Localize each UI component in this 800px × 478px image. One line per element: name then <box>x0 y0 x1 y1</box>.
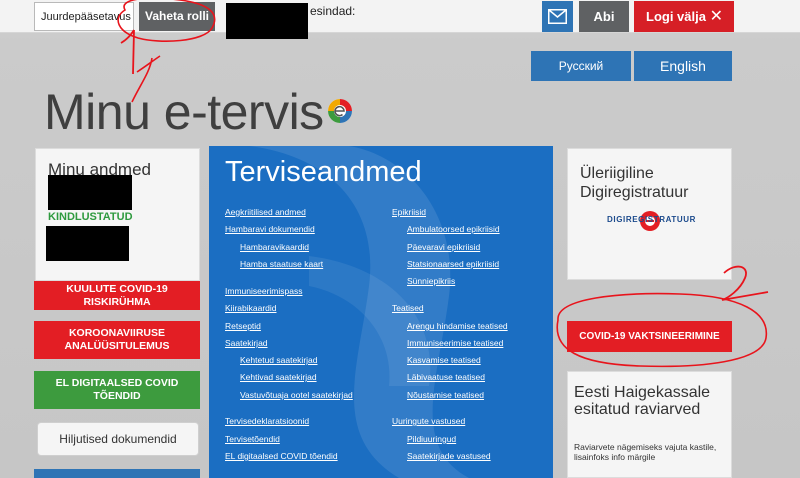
link-growth-notices[interactable]: Kasvamise teatised <box>407 355 481 365</box>
link-ambulance-cards[interactable]: Kiirabikaardid <box>225 303 277 313</box>
link-birth-epicrisis[interactable]: Sünniepikriis <box>407 276 455 286</box>
link-health-certificates[interactable]: Tervisetõendid <box>225 434 280 444</box>
close-icon: ✕ <box>709 8 723 25</box>
link-dental-cards[interactable]: Hambaravikaardid <box>240 242 309 252</box>
link-dental-status-map[interactable]: Hamba staatuse kaart <box>240 259 323 269</box>
health-data-title: Terviseandmed <box>225 156 422 188</box>
language-russian-button[interactable]: Русский <box>531 51 631 81</box>
annotation-number-one <box>120 29 135 75</box>
link-notices[interactable]: Teatised <box>392 303 424 313</box>
link-waiting-referrals[interactable]: Vastuvõtuaja ootel saatekirjad <box>240 390 353 400</box>
link-referrals[interactable]: Saatekirjad <box>225 338 268 348</box>
link-health-declarations[interactable]: Tervisedeklaratsioonid <box>225 416 309 426</box>
help-button[interactable]: Abi <box>579 1 629 32</box>
insurance-status: KINDLUSTATUD <box>48 211 133 223</box>
redacted-user-name <box>226 3 308 39</box>
covid-analysis-result-button[interactable]: KOROONAVIIRUSE ANALÜÜSITULEMUS <box>34 321 200 359</box>
redacted-insurance-info <box>46 226 129 261</box>
role-select[interactable]: Juurdepääsetavus <box>34 2 134 31</box>
link-critical-data[interactable]: Aegkriitilised andmed <box>225 207 306 217</box>
health-fund-invoices-hint: Raviarvete nägemiseks vajuta kastile, li… <box>574 442 717 462</box>
link-invalid-referrals[interactable]: Kehtetud saatekirjad <box>240 355 318 365</box>
recent-documents-button[interactable]: Hiljutised dokumendid <box>37 422 199 456</box>
link-test-results[interactable]: Uuringute vastused <box>392 416 465 426</box>
link-valid-referrals[interactable]: Kehtivad saatekirjad <box>240 372 317 382</box>
link-immunization-passport[interactable]: Immuniseerimispass <box>225 286 302 296</box>
link-inpatient-epicrises[interactable]: Statsionaarsed epikriisid <box>407 259 499 269</box>
link-referral-responses[interactable]: Saatekirjade vastused <box>407 451 491 461</box>
logout-label: Logi välja <box>646 9 706 24</box>
link-prescriptions[interactable]: Retseptid <box>225 321 261 331</box>
link-imaging[interactable]: Pildiuuringud <box>407 434 456 444</box>
link-examination-notices[interactable]: Läbivaatuse teatised <box>407 372 485 382</box>
representatives-label: esindad: <box>310 4 356 18</box>
e-tervis-logo-icon <box>328 99 352 123</box>
mail-icon <box>548 9 567 24</box>
language-english-button[interactable]: English <box>634 51 732 81</box>
covid-risk-group-button[interactable]: KUULUTE COVID-19 RISKIRÜHMA <box>34 281 200 310</box>
digiregistry-logo-text: DIGIREGISTRATUUR <box>607 215 697 224</box>
link-development-notices[interactable]: Arengu hindamise teatised <box>407 321 508 331</box>
link-eu-digital-covid-certs[interactable]: EL digitaalsed COVID tõendid <box>225 451 338 461</box>
bottom-card-strip <box>34 469 200 478</box>
link-ambulatory-epicrises[interactable]: Ambulatoorsed epikriisid <box>407 224 500 234</box>
health-fund-invoices-title: Eesti Haigekassale esitatud raviarved <box>574 384 711 418</box>
site-logo-title: Minu e-tervis <box>44 84 324 140</box>
link-immunization-notices[interactable]: Immuniseerimise teatised <box>407 338 503 348</box>
digiregistry-title: Üleriigiline Digiregistratuur <box>580 165 689 201</box>
link-dental-documents[interactable]: Hambaravi dokumendid <box>225 224 315 234</box>
link-day-care-epicrises[interactable]: Päevaravi epikriisid <box>407 242 480 252</box>
mail-button[interactable] <box>542 1 573 32</box>
covid-vaccination-button[interactable]: COVID-19 VAKTSINEERIMINE <box>567 321 732 352</box>
logout-button[interactable]: Logi välja ✕ <box>634 1 734 32</box>
link-epicrises[interactable]: Epikriisid <box>392 207 426 217</box>
link-counselling-notices[interactable]: Nõustamise teatised <box>407 390 484 400</box>
redacted-personal-info <box>48 175 132 210</box>
eu-digital-covid-cert-button[interactable]: EL DIGITAALSED COVID TÕENDID <box>34 371 200 409</box>
switch-role-button[interactable]: Vaheta rolli <box>139 2 215 31</box>
